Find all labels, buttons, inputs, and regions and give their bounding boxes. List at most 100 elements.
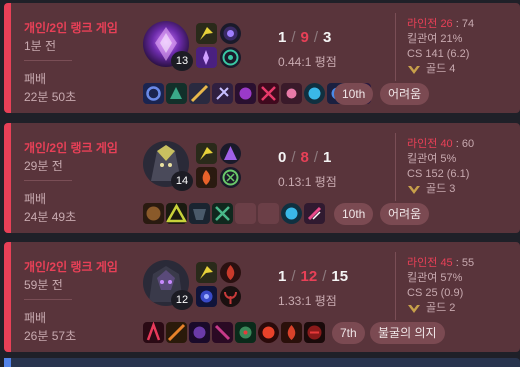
match-card[interactable]: 개인/2인 랭크 게임 1분 전 패배 22분 50초 13 1/9/3 0.4… bbox=[4, 3, 520, 113]
kills: 0 bbox=[278, 149, 287, 166]
lane-opponent-score: 74 bbox=[461, 18, 475, 30]
lane-label: 라인전 bbox=[407, 257, 438, 269]
ward-trinket-icon[interactable] bbox=[281, 203, 302, 224]
match-duration: 26분 57초 bbox=[24, 329, 77, 343]
deaths: 9 bbox=[300, 29, 309, 46]
gold-tier-icon bbox=[408, 185, 420, 194]
match-result: 패배 bbox=[24, 311, 47, 325]
gold-tier-icon bbox=[408, 65, 420, 74]
item-slot-icon[interactable] bbox=[304, 322, 325, 343]
average-tier: 골드 2 bbox=[426, 302, 456, 314]
kills: 1 bbox=[278, 268, 287, 285]
item-slot-icon[interactable] bbox=[143, 322, 164, 343]
match-stats: 라인전 45 : 55 킬관여 57% CS 25 (0.9) 골드 2 bbox=[407, 256, 474, 316]
champion-level: 14 bbox=[171, 171, 193, 191]
kda-score: 1/9/3 bbox=[278, 29, 332, 46]
time-ago: 29분 전 bbox=[24, 159, 63, 173]
champion-level: 13 bbox=[171, 51, 193, 71]
kda-ratio: 0.13:1 평점 bbox=[278, 175, 337, 189]
item-slot-icon[interactable] bbox=[281, 322, 302, 343]
lane-opponent-score: 55 bbox=[461, 257, 475, 269]
kda-score: 1/12/15 bbox=[278, 268, 349, 285]
match-duration: 22분 50초 bbox=[24, 90, 77, 104]
item-slot-icon[interactable] bbox=[235, 322, 256, 343]
item-slot-icon[interactable] bbox=[143, 83, 164, 104]
lane-separator: : bbox=[455, 138, 459, 150]
item-slot-icon[interactable] bbox=[235, 83, 256, 104]
deaths: 8 bbox=[300, 149, 309, 166]
item-build bbox=[143, 322, 325, 343]
empty-item-slot bbox=[258, 203, 279, 224]
kill-participation: 킬관여 21% bbox=[407, 33, 463, 45]
item-slot-icon[interactable] bbox=[212, 203, 233, 224]
lane-score: 40 bbox=[440, 138, 453, 150]
kill-participation: 킬관여 57% bbox=[407, 272, 463, 284]
lane-separator: : bbox=[455, 18, 459, 30]
summoner-spell-icon[interactable] bbox=[196, 47, 217, 68]
assists: 3 bbox=[323, 29, 332, 46]
item-slot-icon[interactable] bbox=[189, 322, 210, 343]
match-card-partial[interactable] bbox=[4, 358, 520, 367]
queue-type: 개인/2인 랭크 게임 bbox=[24, 260, 118, 274]
placement-badge: 10th bbox=[334, 203, 374, 225]
keystone-rune-icon[interactable] bbox=[220, 23, 241, 44]
gold-tier-icon bbox=[408, 304, 420, 313]
item-slot-icon[interactable] bbox=[281, 83, 302, 104]
match-card[interactable]: 개인/2인 랭크 게임 29분 전 패배 24분 49초 14 0/8/1 0.… bbox=[4, 123, 520, 233]
lane-score: 26 bbox=[440, 18, 453, 30]
cs-stat: CS 141 (6.2) bbox=[407, 48, 470, 60]
divider bbox=[24, 180, 72, 181]
item-slot-icon[interactable] bbox=[258, 83, 279, 104]
deaths: 12 bbox=[300, 268, 318, 285]
summoner-spell-flash-icon[interactable] bbox=[196, 23, 217, 44]
kill-participation: 킬관여 5% bbox=[407, 153, 457, 165]
keystone-rune-icon[interactable] bbox=[220, 143, 241, 164]
match-tag-badge: 어려움 bbox=[380, 203, 430, 225]
item-slot-icon[interactable] bbox=[189, 83, 210, 104]
divider bbox=[395, 13, 396, 81]
item-slot-icon[interactable] bbox=[189, 203, 210, 224]
summoner-spell-flash-icon[interactable] bbox=[196, 143, 217, 164]
item-slot-icon[interactable] bbox=[166, 322, 187, 343]
ward-trinket-icon[interactable] bbox=[304, 83, 325, 104]
keystone-rune-icon[interactable] bbox=[220, 262, 241, 283]
match-stats: 라인전 40 : 60 킬관여 5% CS 152 (6.1) 골드 3 bbox=[407, 137, 474, 197]
item-slot-icon[interactable] bbox=[166, 203, 187, 224]
average-tier: 골드 4 bbox=[426, 63, 456, 75]
item-build bbox=[143, 203, 325, 224]
divider bbox=[395, 133, 396, 201]
champion-level: 12 bbox=[171, 290, 193, 310]
lane-opponent-score: 60 bbox=[461, 138, 475, 150]
item-slot-icon[interactable] bbox=[212, 322, 233, 343]
lane-label: 라인전 bbox=[407, 18, 438, 30]
summoner-spell-icon[interactable] bbox=[196, 286, 217, 307]
match-result: 패배 bbox=[24, 72, 47, 86]
match-history-list: 개인/2인 랭크 게임 1분 전 패배 22분 50초 13 1/9/3 0.4… bbox=[0, 0, 520, 367]
assists: 15 bbox=[331, 268, 349, 285]
divider bbox=[24, 60, 72, 61]
assists: 1 bbox=[323, 149, 332, 166]
match-tag-badge: 불굴의 의지 bbox=[370, 322, 445, 344]
summoner-spell-flash-icon[interactable] bbox=[196, 262, 217, 283]
summoner-spell-ignite-icon[interactable] bbox=[196, 167, 217, 188]
average-tier: 골드 3 bbox=[426, 183, 456, 195]
secondary-rune-icon[interactable] bbox=[220, 167, 241, 188]
ward-trinket-icon[interactable] bbox=[258, 322, 279, 343]
divider bbox=[24, 299, 72, 300]
queue-type: 개인/2인 랭크 게임 bbox=[24, 21, 118, 35]
item-slot-icon[interactable] bbox=[166, 83, 187, 104]
kills: 1 bbox=[278, 29, 287, 46]
placement-badge: 7th bbox=[332, 322, 365, 344]
secondary-rune-icon[interactable] bbox=[220, 47, 241, 68]
time-ago: 59분 전 bbox=[24, 278, 63, 292]
item-slot-icon[interactable] bbox=[304, 203, 325, 224]
match-tag-badge: 어려움 bbox=[380, 83, 430, 105]
lane-score: 45 bbox=[440, 257, 453, 269]
item-slot-icon[interactable] bbox=[143, 203, 164, 224]
time-ago: 1분 전 bbox=[24, 39, 57, 53]
secondary-rune-icon[interactable] bbox=[220, 286, 241, 307]
queue-type: 개인/2인 랭크 게임 bbox=[24, 141, 118, 155]
match-card[interactable]: 개인/2인 랭크 게임 59분 전 패배 26분 57초 12 1/12/15 … bbox=[4, 242, 520, 352]
item-slot-icon[interactable] bbox=[212, 83, 233, 104]
kda-ratio: 1.33:1 평점 bbox=[278, 294, 337, 308]
